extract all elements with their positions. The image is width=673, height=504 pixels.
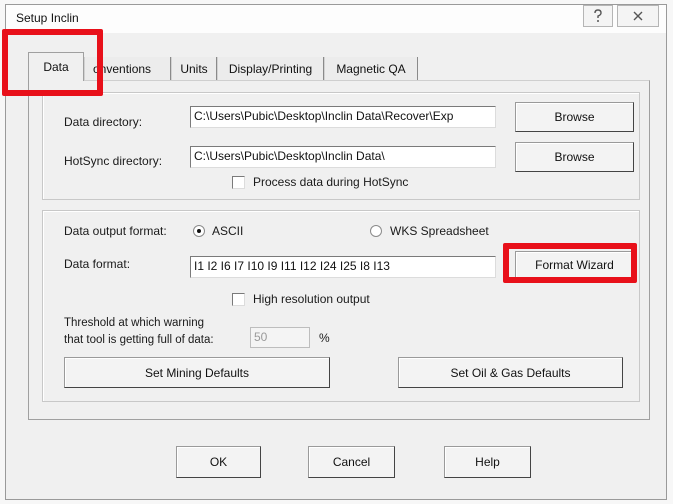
help-button[interactable] xyxy=(583,5,613,27)
high-resolution-label: High resolution output xyxy=(253,292,370,306)
set-oil-gas-defaults-label: Set Oil & Gas Defaults xyxy=(450,365,571,380)
question-mark-icon xyxy=(593,9,603,23)
threshold-label-line1: Threshold at which warning xyxy=(64,317,204,329)
tab-units[interactable]: Units xyxy=(171,57,217,81)
ascii-radio[interactable] xyxy=(193,225,205,237)
ascii-label: ASCII xyxy=(212,224,244,238)
tab-magnetic-qa[interactable]: Magnetic QA xyxy=(324,57,418,81)
title-bar xyxy=(6,5,666,33)
format-wizard-highlight xyxy=(503,243,637,283)
threshold-label-line2: that tool is getting full of data: xyxy=(64,334,214,346)
help-footer-label: Help xyxy=(475,455,500,469)
data-format-label: Data format: xyxy=(64,257,131,271)
process-hotsync-checkbox[interactable] xyxy=(232,176,245,189)
tab-magnetic-qa-label: Magnetic QA xyxy=(336,62,406,76)
data-format-field[interactable]: I1 I2 I6 I7 I10 I9 I11 I12 I24 I25 I8 I1… xyxy=(190,256,496,278)
set-mining-defaults-button[interactable]: Set Mining Defaults xyxy=(64,357,330,388)
data-directory-browse-button[interactable]: Browse xyxy=(515,102,634,132)
close-button[interactable] xyxy=(617,5,659,27)
data-directory-browse-label: Browse xyxy=(554,110,595,124)
high-resolution-checkbox[interactable] xyxy=(232,293,245,306)
data-directory-field[interactable]: C:\Users\Pubic\Desktop\Inclin Data\Recov… xyxy=(190,106,496,128)
data-directory-label: Data directory: xyxy=(64,115,143,129)
tab-display-printing[interactable]: Display/Printing xyxy=(217,57,324,81)
hotsync-directory-label: HotSync directory: xyxy=(64,154,163,168)
help-footer-button[interactable]: Help xyxy=(444,446,531,478)
ok-button[interactable]: OK xyxy=(176,446,261,478)
close-icon xyxy=(632,10,644,22)
window-title: Setup Inclin xyxy=(16,11,79,25)
wks-spreadsheet-radio[interactable] xyxy=(370,225,382,237)
wks-spreadsheet-label: WKS Spreadsheet xyxy=(390,224,489,238)
hotsync-directory-browse-label: Browse xyxy=(554,150,595,164)
radio-selected-dot xyxy=(197,229,201,233)
set-oil-gas-defaults-button[interactable]: Set Oil & Gas Defaults xyxy=(398,357,623,388)
cancel-button[interactable]: Cancel xyxy=(308,446,395,478)
threshold-unit: % xyxy=(319,331,330,345)
threshold-field[interactable]: 50 xyxy=(250,327,310,348)
set-mining-defaults-label: Set Mining Defaults xyxy=(144,365,250,380)
ok-button-label: OK xyxy=(209,455,228,469)
tab-display-printing-label: Display/Printing xyxy=(228,62,313,76)
process-hotsync-label: Process data during HotSync xyxy=(253,175,409,189)
hotsync-directory-browse-button[interactable]: Browse xyxy=(515,142,634,172)
data-output-format-label: Data output format: xyxy=(64,224,167,238)
data-tab-highlight xyxy=(2,29,103,96)
hotsync-directory-field[interactable]: C:\Users\Pubic\Desktop\Inclin Data\ xyxy=(190,146,496,168)
cancel-button-label: Cancel xyxy=(332,455,371,469)
tab-units-label: Units xyxy=(180,62,208,76)
